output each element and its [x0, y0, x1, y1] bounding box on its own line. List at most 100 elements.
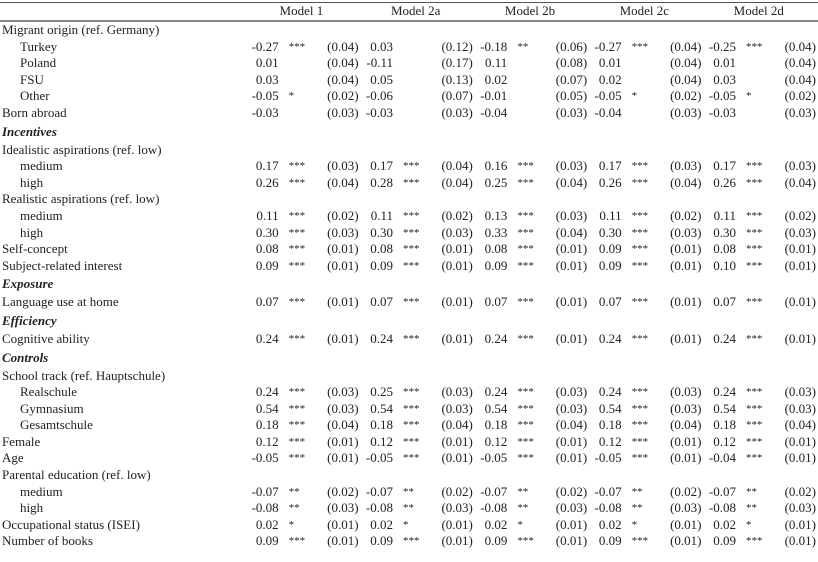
standard-error: (0.02)	[555, 483, 588, 499]
coefficient	[587, 22, 625, 39]
significance-stars: ***	[402, 243, 420, 256]
significance-stars: *	[745, 518, 752, 531]
coefficient	[359, 191, 397, 208]
standard-error: (0.01)	[784, 294, 816, 310]
coefficient	[244, 311, 282, 331]
standard-error: (0.04)	[327, 38, 359, 54]
significance-stars: ***	[402, 296, 420, 309]
significance-stars	[740, 142, 773, 159]
coefficient	[244, 191, 282, 208]
significance-stars: ***	[402, 435, 420, 448]
standard-error: (0.04)	[784, 55, 816, 71]
significance-stars	[397, 22, 430, 39]
standard-error: (0.04)	[670, 71, 702, 87]
standard-error: (0.03)	[555, 104, 588, 120]
standard-error: (0.01)	[555, 294, 588, 310]
standard-error: (0.02)	[784, 88, 816, 104]
significance-stars: ***	[745, 226, 763, 239]
table-row: medium -0.07 ** (0.02) -0.07 ** (0.02) -0.07 ** (…	[2, 484, 816, 501]
significance-stars	[397, 122, 430, 142]
standard-error	[430, 274, 473, 294]
standard-error: (0.03)	[555, 384, 588, 400]
significance-stars	[626, 105, 659, 122]
standard-error: (0.03)	[327, 400, 359, 416]
coefficient: 0.13	[484, 207, 508, 223]
standard-error	[316, 274, 359, 294]
row-label: Realschule	[20, 384, 78, 400]
coefficient: -0.03	[251, 104, 279, 120]
significance-stars: ***	[288, 419, 306, 432]
coefficient: -0.11	[366, 55, 393, 71]
table-row: high -0.08 ** (0.03) -0.08 ** (0.03) -0.08 ** (0.…	[2, 500, 816, 517]
standard-error: (0.04)	[327, 174, 359, 190]
coefficient: 0.18	[255, 417, 279, 433]
coefficient: 0.54	[713, 400, 736, 416]
group-row: Idealistic aspirations (ref. low)	[2, 142, 816, 159]
coefficient	[359, 368, 397, 385]
standard-error: (0.04)	[670, 38, 702, 54]
coefficient: 0.30	[370, 224, 393, 240]
coefficient: 0.17	[370, 158, 393, 174]
significance-stars	[740, 191, 773, 208]
coefficient	[702, 142, 740, 159]
significance-stars: ***	[745, 452, 763, 465]
significance-stars	[740, 22, 773, 39]
standard-error	[316, 311, 359, 331]
standard-error	[545, 311, 588, 331]
coefficient: -0.05	[365, 450, 393, 466]
standard-error: (0.01)	[441, 241, 473, 257]
standard-error: (0.03)	[327, 500, 359, 516]
significance-stars: ***	[745, 386, 763, 399]
section-row: Efficiency	[2, 311, 816, 331]
significance-stars: ***	[517, 535, 534, 548]
standard-error: (0.04)	[327, 71, 359, 87]
significance-stars	[511, 348, 544, 368]
row-label: Gesamtschule	[20, 417, 93, 433]
coefficient	[473, 467, 511, 484]
significance-stars: **	[402, 485, 414, 498]
standard-error: (0.02)	[441, 207, 473, 223]
significance-stars	[740, 467, 773, 484]
standard-error: (0.02)	[670, 483, 702, 499]
table-row: Born abroad -0.03 (0.03) -0.03 (0.03) -0.04 (0…	[2, 105, 816, 122]
significance-stars: *	[631, 518, 638, 531]
significance-stars: ***	[517, 160, 534, 173]
coefficient: 0.17	[598, 158, 622, 174]
coefficient: 0.24	[484, 384, 508, 400]
significance-stars: ***	[517, 176, 534, 189]
coefficient: -0.07	[365, 483, 393, 499]
standard-error: (0.01)	[555, 257, 588, 273]
significance-stars	[283, 274, 316, 294]
group-row: School track (ref. Hauptschule)	[2, 368, 816, 385]
standard-error: (0.01)	[670, 294, 702, 310]
coefficient	[244, 368, 282, 385]
standard-error: (0.01)	[555, 516, 588, 532]
significance-stars: ***	[402, 209, 420, 222]
standard-error: (0.04)	[784, 417, 816, 433]
significance-stars: ***	[631, 259, 649, 272]
coefficient	[587, 311, 625, 331]
significance-stars: ***	[631, 209, 649, 222]
standard-error	[659, 22, 702, 39]
row-label: Female	[2, 433, 41, 449]
coefficient	[702, 348, 740, 368]
coefficient: 0.16	[484, 158, 508, 174]
standard-error	[773, 191, 816, 208]
coefficient: 0.02	[484, 516, 508, 532]
standard-error	[545, 22, 588, 39]
standard-error	[773, 22, 816, 39]
significance-stars: **	[288, 502, 300, 515]
standard-error: (0.03)	[441, 384, 473, 400]
significance-stars: ***	[288, 386, 306, 399]
coefficient: -0.08	[594, 500, 622, 516]
coefficient: 0.54	[598, 400, 622, 416]
significance-stars	[740, 311, 773, 331]
significance-stars: ***	[631, 535, 649, 548]
standard-error	[316, 348, 359, 368]
significance-stars: ***	[402, 419, 420, 432]
coefficient: 0.07	[370, 294, 393, 310]
significance-stars	[511, 142, 544, 159]
coefficient: 0.24	[713, 384, 736, 400]
standard-error: (0.01)	[670, 450, 702, 466]
coefficient	[473, 191, 511, 208]
